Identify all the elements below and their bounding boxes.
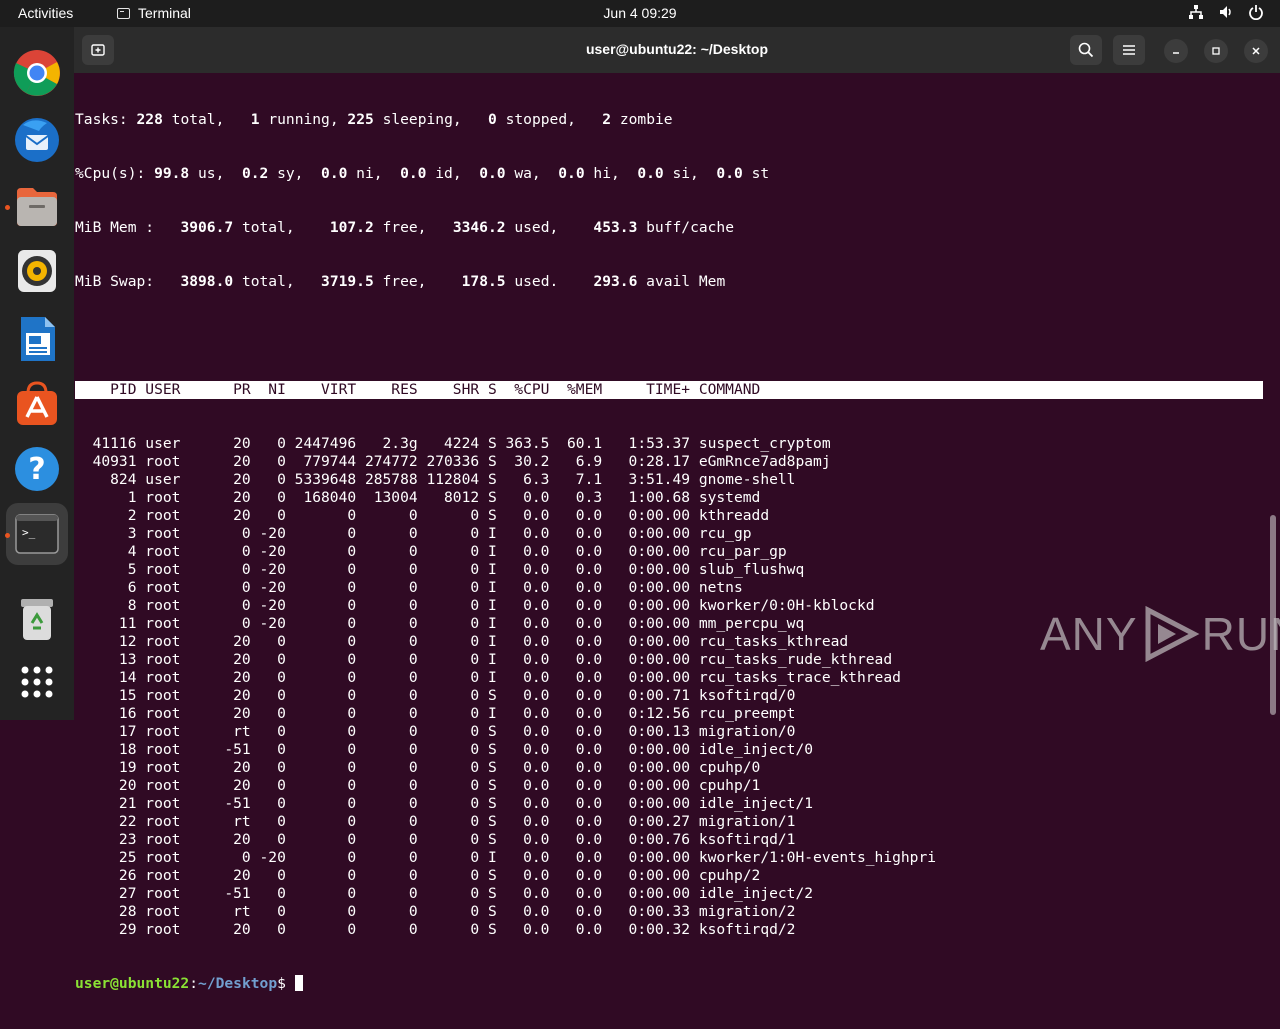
- terminal-app-icon: [117, 7, 130, 19]
- process-row: 5 root 0 -20 0 0 0 I 0.0 0.0 0:00.00 slu…: [75, 561, 805, 578]
- process-row: 6 root 0 -20 0 0 0 I 0.0 0.0 0:00.00 net…: [75, 579, 743, 596]
- summary-line-swap: MiB Swap: 3898.0 total, 3719.5 free, 178…: [75, 273, 726, 290]
- process-row: 17 root rt 0 0 0 0 S 0.0 0.0 0:00.13 mig…: [75, 723, 796, 740]
- process-row: 2 root 20 0 0 0 0 S 0.0 0.0 0:00.00 kthr…: [75, 507, 770, 524]
- search-icon: [1078, 42, 1094, 58]
- svg-text:?: ?: [28, 452, 45, 487]
- files-icon: [17, 188, 57, 226]
- running-indicator: [5, 533, 10, 538]
- app-grid-icon: [21, 666, 53, 698]
- anyrun-watermark: ANY RUN: [1040, 606, 1280, 662]
- process-row: 4 root 0 -20 0 0 0 I 0.0 0.0 0:00.00 rcu…: [75, 543, 787, 560]
- process-row: 21 root -51 0 0 0 0 S 0.0 0.0 0:00.00 id…: [75, 795, 814, 812]
- process-row: 41116 user 20 0 2447496 2.3g 4224 S 363.…: [75, 435, 831, 452]
- search-button[interactable]: [1070, 35, 1102, 65]
- dock-chrome[interactable]: [13, 49, 61, 97]
- clock[interactable]: Jun 4 09:29: [603, 5, 676, 21]
- process-row: 26 root 20 0 0 0 0 S 0.0 0.0 0:00.00 cpu…: [75, 867, 761, 884]
- dock-terminal[interactable]: >_: [13, 510, 61, 558]
- activities-button[interactable]: Activities: [18, 5, 73, 21]
- show-apps-button[interactable]: [13, 658, 61, 706]
- process-row: 27 root -51 0 0 0 0 S 0.0 0.0 0:00.00 id…: [75, 885, 814, 902]
- process-row: 3 root 0 -20 0 0 0 I 0.0 0.0 0:00.00 rcu…: [75, 525, 752, 542]
- dock-files[interactable]: [13, 182, 61, 230]
- prompt-path: ~/Desktop: [198, 975, 278, 992]
- dock: ? >_: [0, 27, 74, 720]
- network-icon: [1189, 5, 1203, 19]
- app-center-icon: [17, 381, 57, 425]
- volume-icon: [1220, 6, 1231, 18]
- help-icon: ?: [15, 447, 59, 491]
- prompt-separator: :: [189, 975, 199, 992]
- maximize-button[interactable]: [1204, 39, 1228, 63]
- minimize-button[interactable]: [1164, 39, 1188, 63]
- maximize-icon: [1212, 47, 1220, 55]
- summary-line-tasks: Tasks: 228 total, 1 running, 225 sleepin…: [75, 111, 673, 128]
- dock-app-center[interactable]: [13, 379, 61, 427]
- process-row: 1 root 20 0 168040 13004 8012 S 0.0 0.3 …: [75, 489, 761, 506]
- dock-trash[interactable]: [13, 595, 61, 643]
- process-row: 14 root 20 0 0 0 0 I 0.0 0.0 0:00.00 rcu…: [75, 669, 901, 686]
- terminal-icon: >_: [15, 514, 59, 554]
- power-icon: [1249, 5, 1263, 20]
- process-table: 41116 user 20 0 2447496 2.3g 4224 S 363.…: [75, 435, 1265, 939]
- chrome-icon: [13, 50, 60, 96]
- top-bar: Activities Terminal Jun 4 09:29: [0, 0, 1280, 27]
- hamburger-menu-icon: [1123, 45, 1135, 55]
- process-row: 19 root 20 0 0 0 0 S 0.0 0.0 0:00.00 cpu…: [75, 759, 761, 776]
- svg-text:>_: >_: [22, 526, 36, 539]
- process-row: 25 root 0 -20 0 0 0 I 0.0 0.0 0:00.00 kw…: [75, 849, 937, 866]
- process-row: 40931 root 20 0 779744 274772 270336 S 3…: [75, 453, 831, 470]
- menu-button[interactable]: [1113, 35, 1145, 65]
- writer-icon: [21, 317, 55, 361]
- title-bar[interactable]: user@ubuntu22: ~/Desktop: [74, 27, 1280, 73]
- trash-icon: [21, 599, 53, 640]
- minimize-icon: [1173, 52, 1179, 54]
- process-row: 824 user 20 0 5339648 285788 112804 S 6.…: [75, 471, 796, 488]
- dock-libreoffice-writer[interactable]: [13, 315, 61, 363]
- summary-line-cpu: %Cpu(s): 99.8 us, 0.2 sy, 0.0 ni, 0.0 id…: [75, 165, 770, 182]
- process-row: 29 root 20 0 0 0 0 S 0.0 0.0 0:00.32 kso…: [75, 921, 796, 938]
- thunderbird-icon: [15, 118, 59, 162]
- watermark-text-right: RUN: [1201, 608, 1280, 660]
- process-row: 20 root 20 0 0 0 0 S 0.0 0.0 0:00.00 cpu…: [75, 777, 761, 794]
- process-row: 22 root rt 0 0 0 0 S 0.0 0.0 0:00.27 mig…: [75, 813, 796, 830]
- process-row: 23 root 20 0 0 0 0 S 0.0 0.0 0:00.76 kso…: [75, 831, 796, 848]
- system-tray[interactable]: [1188, 4, 1264, 20]
- process-row: 15 root 20 0 0 0 0 S 0.0 0.0 0:00.71 kso…: [75, 687, 796, 704]
- summary-line-mem: MiB Mem : 3906.7 total, 107.2 free, 3346…: [75, 219, 735, 236]
- watermark-text-left: ANY: [1040, 608, 1138, 660]
- dock-help[interactable]: ?: [13, 445, 61, 493]
- process-table-header: PID USER PR NI VIRT RES SHR S %CPU %MEM …: [75, 381, 1263, 399]
- process-row: 28 root rt 0 0 0 0 S 0.0 0.0 0:00.33 mig…: [75, 903, 796, 920]
- dock-rhythmbox[interactable]: [13, 247, 61, 295]
- close-icon: [1252, 47, 1260, 55]
- prompt-symbol: $: [277, 975, 295, 992]
- text-cursor: [294, 975, 303, 991]
- prompt-user-host: user@ubuntu22: [75, 975, 190, 992]
- process-row: 18 root -51 0 0 0 0 S 0.0 0.0 0:00.00 id…: [75, 741, 814, 758]
- play-logo-icon: [1145, 606, 1199, 662]
- close-button[interactable]: [1244, 39, 1268, 63]
- rhythmbox-icon: [18, 250, 56, 292]
- process-row: 16 root 20 0 0 0 0 I 0.0 0.0 0:12.56 rcu…: [75, 705, 796, 722]
- dock-thunderbird[interactable]: [13, 115, 61, 163]
- running-indicator: [5, 205, 10, 210]
- shell-prompt[interactable]: user@ubuntu22:~/Desktop$: [75, 975, 1265, 993]
- app-menu-label: Terminal: [138, 5, 191, 21]
- app-menu[interactable]: Terminal: [117, 5, 191, 21]
